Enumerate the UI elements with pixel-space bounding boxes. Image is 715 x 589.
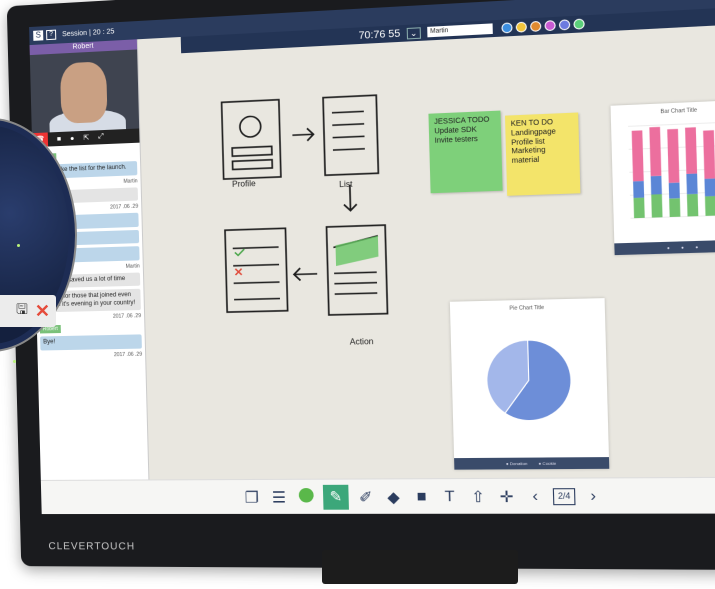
sparkle [17, 244, 20, 247]
chat-meta: 2017 .06 .29 [113, 351, 143, 358]
wireframe-sketch [216, 87, 457, 364]
device-photo: S ? Session | 20 : 25 70:76 55 ⌄ Martin … [0, 0, 715, 589]
bar [704, 178, 715, 197]
page-icon[interactable]: 2/4 [552, 487, 576, 505]
pie-chart-title: Pie Chart Title [509, 304, 545, 312]
sketch-label-action: Action [349, 336, 374, 347]
highlighter-icon[interactable]: ✐ [355, 487, 377, 506]
participant-dot[interactable] [515, 21, 527, 33]
sticky-note-jessica[interactable]: JESSICA TODO Update SDK Invite testers [428, 110, 503, 194]
prev-icon[interactable]: ‹ [524, 487, 547, 505]
bar [668, 182, 680, 199]
sketch-highlight [335, 235, 379, 267]
bar [651, 194, 663, 218]
session-title: Session | 20 : 25 [62, 27, 115, 38]
bar [669, 198, 681, 218]
sketch-action-screen [327, 225, 388, 315]
whiteboard-canvas[interactable]: Profile List Action JESSICA TODO Update S… [138, 20, 715, 479]
video-person-face [59, 61, 108, 124]
text-icon[interactable]: T [439, 487, 461, 506]
pie-legend-item: ● Cookie [538, 460, 557, 467]
bar-chart-card[interactable]: Bar Chart Title ● ● ● [610, 99, 715, 256]
share-icon[interactable]: ⇧ [467, 487, 489, 506]
move-icon[interactable]: ✛ [495, 487, 518, 506]
display-stand [322, 550, 518, 584]
app-screen: S ? Session | 20 : 25 70:76 55 ⌄ Martin … [29, 0, 715, 515]
participant-dot[interactable] [558, 19, 570, 31]
note-line: Invite testers [434, 135, 478, 145]
sketch-label-list: List [339, 179, 353, 190]
sketch-field [233, 160, 273, 170]
menu-icon[interactable]: ☰ [268, 488, 289, 507]
sketch-avatar [240, 116, 261, 137]
app-menu-icon[interactable]: S [33, 30, 44, 41]
pie-chart-card[interactable]: Pie Chart Title ● Donation ● Cookie [449, 298, 610, 470]
participant-dot[interactable] [500, 22, 513, 34]
bar [686, 193, 699, 217]
bar [685, 127, 698, 174]
sketch-list-lines [332, 111, 365, 150]
eraser-icon[interactable]: ◆ [383, 487, 405, 506]
note-line: Marketing material [511, 147, 546, 166]
bar-chart-title: Bar Chart Title [660, 107, 698, 116]
sketch-check-mark [235, 249, 245, 255]
close-icon[interactable]: ✕ [35, 301, 50, 322]
bar [704, 196, 715, 216]
participant-dot[interactable] [544, 20, 556, 32]
legend-swatch: ● [695, 244, 699, 250]
bar [649, 126, 662, 177]
sketch-x-mark [235, 269, 241, 275]
pie-chart-legend: ● Donation ● Cookie [454, 457, 610, 470]
pie-legend-item: ● Donation [505, 460, 528, 467]
help-button[interactable]: ? [46, 29, 57, 41]
bar-chart-legend: ● ● ● [614, 239, 715, 256]
share-screen-icon[interactable]: ⇱ [83, 134, 89, 142]
next-icon[interactable]: › [582, 487, 605, 505]
grid-line [628, 122, 715, 127]
bar [633, 197, 645, 219]
bar [633, 181, 645, 198]
sparkle [13, 360, 16, 363]
user-field[interactable]: Martin [426, 23, 493, 38]
bar [650, 175, 662, 195]
note-icon[interactable]: ■ [410, 488, 432, 506]
participant-dot[interactable] [572, 18, 585, 30]
sketch-field [232, 146, 272, 156]
participant-dot[interactable] [529, 20, 541, 32]
timer-readout: 70:76 55 [358, 27, 401, 42]
zoom-action-bar: 🖫 ✕ [0, 295, 56, 327]
display-bezel: S ? Session | 20 : 25 70:76 55 ⌄ Martin … [6, 0, 715, 571]
chevron-down-icon[interactable]: ⌄ [406, 26, 421, 39]
sketch-arrow [294, 268, 318, 281]
sticky-note-ken[interactable]: KEN TO DO Landingpage Profile list Marketin… [504, 112, 581, 196]
bar [667, 128, 680, 183]
save-icon[interactable]: 🖫 [16, 299, 28, 323]
sketch-arrow [292, 128, 313, 141]
color-icon[interactable] [295, 487, 317, 506]
legend-swatch: ● [681, 244, 684, 251]
participant-dots [500, 18, 585, 34]
brand-logo: CLEVERTOUCH [48, 541, 136, 553]
chat-message: Bye! [40, 334, 142, 351]
video-feed [29, 49, 140, 134]
gallery-icon[interactable]: ❐ [241, 488, 262, 507]
mic-icon[interactable]: ● [70, 135, 74, 142]
sketch-list-screen [323, 95, 378, 175]
camera-icon[interactable]: ■ [57, 135, 61, 142]
bar [703, 130, 715, 179]
bar-chart [617, 117, 715, 229]
pie-chart [450, 313, 609, 453]
bar [631, 130, 644, 182]
expand-icon[interactable]: ⤢ [98, 133, 104, 141]
pen-icon[interactable]: ✎ [322, 484, 349, 510]
bar [686, 173, 698, 195]
legend-swatch: ● [666, 244, 670, 251]
bottom-toolbar: ❐ ☰ ✎ ✐ ◆ ■ T ⇧ ✛ ‹ 2/4 › [40, 476, 715, 515]
sketch-label-profile: Profile [231, 178, 256, 189]
